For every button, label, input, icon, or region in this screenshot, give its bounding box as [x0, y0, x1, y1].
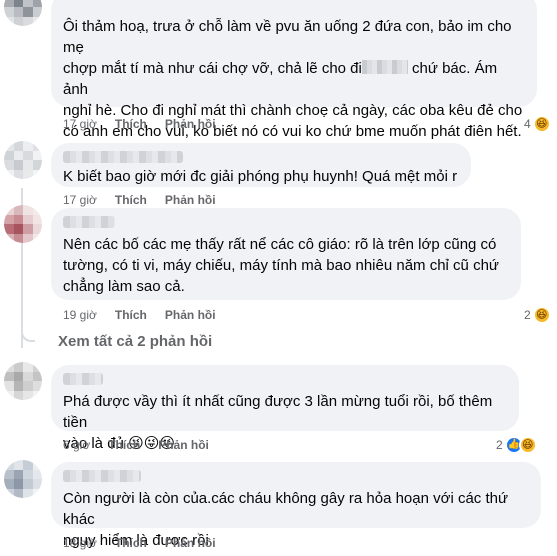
author-name-blurred[interactable] [63, 151, 183, 163]
author-name-blurred[interactable] [63, 373, 103, 385]
comment-bubble: K biết bao giờ mới đc giải phóng phụ huy… [51, 143, 471, 187]
comment-line: Còn người là còn của.các cháu không gây … [63, 490, 509, 528]
comment-time[interactable]: 19 giờ [63, 308, 97, 322]
reply-button[interactable]: Phản hồi [165, 308, 216, 322]
reaction-count: 2 [524, 308, 531, 322]
comment-text: K biết bao giờ mới đc giải phóng phụ huy… [63, 168, 458, 185]
comment-line: tường, có ti vi, máy chiếu, máy tính mà … [63, 257, 499, 274]
haha-reaction-icon: 😆 [532, 115, 551, 133]
haha-reaction-icon: 😆 [532, 306, 551, 324]
view-all-replies-link[interactable]: Xem tất cả 2 phản hồi [58, 333, 212, 350]
author-name-blurred[interactable] [63, 470, 141, 482]
comment-actions: 17 giờ Thích Phản hồi [63, 117, 234, 131]
reaction-summary[interactable]: 4 😆 [524, 115, 551, 133]
like-button[interactable]: Thích [115, 536, 147, 550]
reaction-summary[interactable]: 2 👍 😆 [496, 436, 537, 454]
reply-button[interactable]: Phản hồi [165, 117, 216, 131]
comment-time[interactable]: 17 giờ [63, 193, 97, 207]
comment-actions: 19 giờ Thích Phản hồi [63, 308, 234, 322]
comment-line: Phá được vầy thì ít nhất cũng được 3 lần… [63, 393, 493, 431]
comment-time[interactable]: 6 giờ [63, 438, 90, 452]
like-button[interactable]: Thích [115, 308, 147, 322]
comment-line: chẳng làm sao cả. [63, 278, 185, 295]
comment-bubble: Ôi thảm hoạ, trưa ở chỗ làm về pvu ăn uố… [51, 0, 537, 140]
reaction-count: 4 [524, 117, 531, 131]
comment-actions: 6 giờ Thích Phản hồi [63, 438, 227, 452]
comment-bubble: Nên các bố các mẹ thấy rất nể các cô giá… [51, 208, 521, 300]
avatar[interactable] [4, 362, 42, 400]
reply-button[interactable]: Phản hồi [165, 193, 216, 207]
comment-bubble: Còn người là còn của.các cháu không gây … [51, 462, 541, 549]
avatar[interactable] [4, 205, 42, 243]
avatar[interactable] [4, 141, 42, 179]
reply-button[interactable]: Phản hồi [165, 536, 216, 550]
redacted-name [361, 60, 408, 74]
reply-branch-connector [21, 326, 35, 342]
like-button[interactable]: Thích [115, 117, 147, 131]
haha-reaction-icon: 😆 [518, 436, 537, 454]
comment-actions: 17 giờ Thích Phản hồi [63, 193, 234, 207]
comment-line: chợp mắt tí mà như cái chợ vỡ, chả lẽ ch… [63, 60, 498, 98]
like-button[interactable]: Thích [108, 438, 140, 452]
comment-text: Nên các bố các mẹ thấy rất nể các cô giá… [63, 234, 509, 297]
comment-time[interactable]: 17 giờ [63, 117, 97, 131]
reaction-summary[interactable]: 2 😆 [524, 306, 551, 324]
comment-actions: 18 giờ Thích Phản hồi [63, 536, 234, 550]
comment-line: Nên các bố các mẹ thấy rất nể các cô giá… [63, 236, 497, 253]
comment-line: Ôi thảm hoạ, trưa ở chỗ làm về pvu ăn uố… [63, 18, 512, 56]
comment-time[interactable]: 18 giờ [63, 536, 97, 550]
like-button[interactable]: Thích [115, 193, 147, 207]
avatar[interactable] [4, 460, 42, 498]
comment-bubble: Phá được vầy thì ít nhất cũng được 3 lần… [51, 365, 519, 452]
reply-button[interactable]: Phản hồi [158, 438, 209, 452]
author-name-blurred[interactable] [63, 216, 115, 228]
avatar[interactable] [4, 0, 42, 26]
reaction-count: 2 [496, 438, 503, 452]
